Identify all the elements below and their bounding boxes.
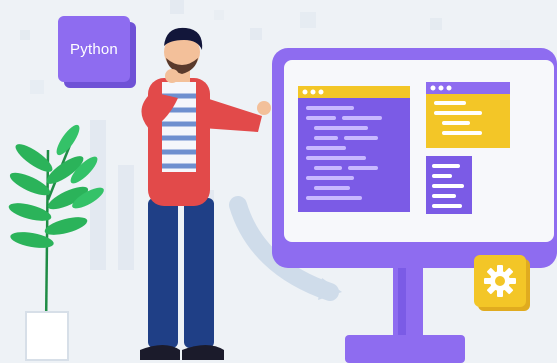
person: [140, 27, 271, 360]
gear-icon: [484, 265, 516, 297]
monitor: [272, 48, 557, 363]
python-label: Python: [70, 40, 118, 58]
python-badge: Python: [58, 16, 130, 82]
gear-tile: [474, 255, 526, 307]
